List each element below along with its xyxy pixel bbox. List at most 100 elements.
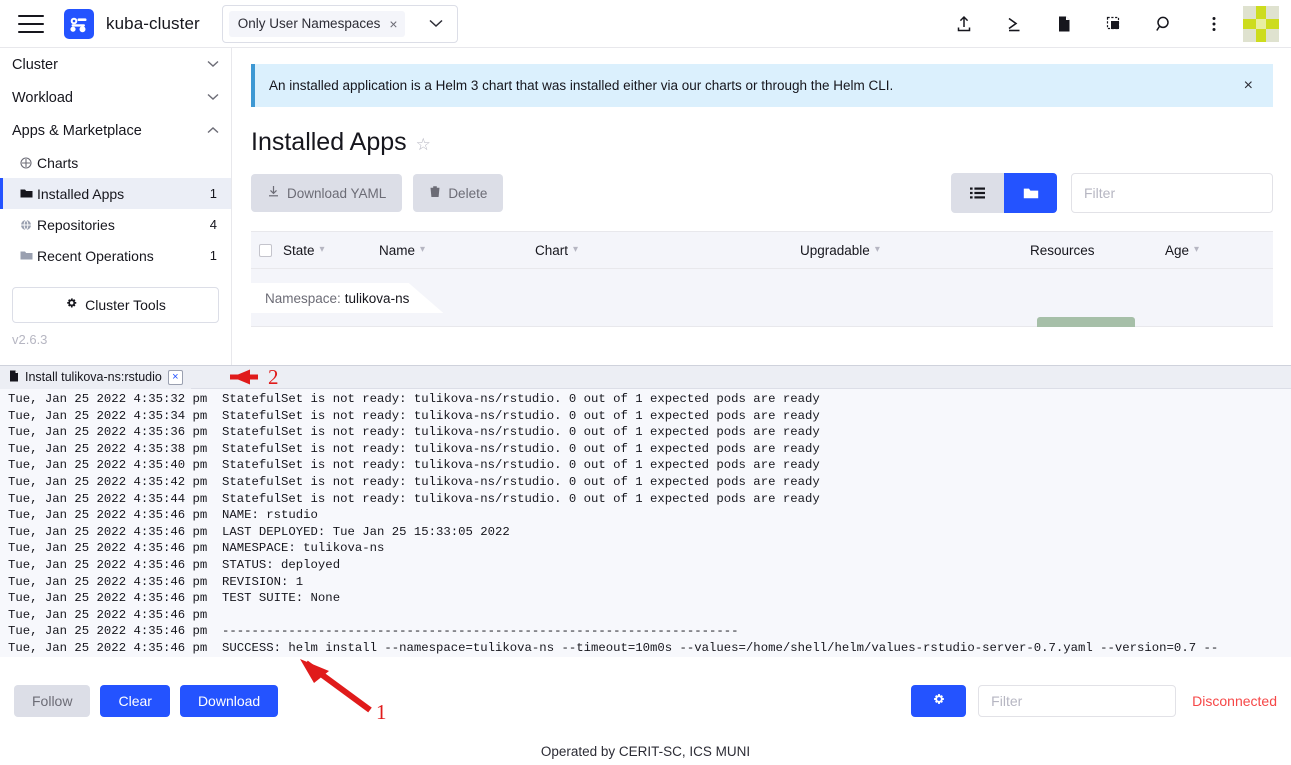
log-timestamp: Tue, Jan 25 2022 4:35:46 pm bbox=[0, 590, 222, 607]
close-icon[interactable]: × bbox=[1238, 77, 1259, 95]
sidebar-group-workload-label: Workload bbox=[12, 90, 207, 106]
sort-icon[interactable]: ▾ bbox=[420, 245, 425, 255]
column-header-age[interactable]: Age ▾ bbox=[1165, 243, 1199, 258]
app-version: v2.6.3 bbox=[0, 323, 231, 347]
follow-button[interactable]: Follow bbox=[14, 685, 90, 717]
docs-icon[interactable] bbox=[1039, 0, 1089, 48]
log-line: Tue, Jan 25 2022 4:35:34 pmStatefulSet i… bbox=[0, 408, 1291, 425]
group-by-namespace-icon[interactable] bbox=[1004, 173, 1057, 213]
log-message: StatefulSet is not ready: tulikova-ns/rs… bbox=[222, 474, 1291, 491]
chevron-down-icon[interactable] bbox=[207, 59, 219, 71]
log-footer-right: Disconnected bbox=[911, 685, 1277, 717]
rancher-dashboard: kuba-cluster Only User Namespaces × bbox=[0, 0, 1291, 765]
column-header-state[interactable]: State ▾ bbox=[283, 243, 379, 258]
download-log-button[interactable]: Download bbox=[180, 685, 278, 717]
cluster-tools-label: Cluster Tools bbox=[85, 297, 166, 313]
list-view-icon[interactable] bbox=[951, 173, 1004, 213]
log-message: SUCCESS: helm install --namespace=tuliko… bbox=[222, 640, 1291, 657]
log-timestamp: Tue, Jan 25 2022 4:35:40 pm bbox=[0, 457, 222, 474]
cluster-name: kuba-cluster bbox=[106, 14, 200, 34]
log-tab-install[interactable]: Install tulikova-ns:rstudio × bbox=[0, 366, 191, 389]
namespace-filter-pill[interactable]: Only User Namespaces × bbox=[229, 11, 405, 37]
log-line: Tue, Jan 25 2022 4:35:46 pm bbox=[0, 607, 1291, 624]
sort-icon[interactable]: ▾ bbox=[320, 245, 325, 255]
rancher-logo-icon[interactable] bbox=[64, 9, 94, 39]
page-title: Installed Apps ☆ bbox=[251, 128, 1273, 157]
log-tab-title: Install tulikova-ns:rstudio bbox=[25, 370, 162, 384]
namespace-group-value: tulikova-ns bbox=[345, 291, 410, 306]
sidebar-item-installed-apps[interactable]: Installed Apps 1 bbox=[0, 178, 231, 209]
log-line: Tue, Jan 25 2022 4:35:46 pmNAME: rstudio bbox=[0, 507, 1291, 524]
chevron-up-icon[interactable] bbox=[207, 125, 219, 137]
sort-icon[interactable]: ▾ bbox=[1194, 245, 1199, 255]
namespace-filter-dropdown[interactable]: Only User Namespaces × bbox=[222, 5, 458, 43]
connection-status-badge: Disconnected bbox=[1192, 693, 1277, 709]
copy-kubeconfig-icon[interactable] bbox=[1089, 0, 1139, 48]
chevron-down-icon[interactable] bbox=[429, 16, 443, 31]
sidebar-group-cluster-label: Cluster bbox=[12, 57, 207, 73]
select-all-checkbox[interactable] bbox=[259, 244, 272, 257]
download-yaml-button[interactable]: Download YAML bbox=[251, 174, 402, 212]
log-line: Tue, Jan 25 2022 4:35:46 pmLAST DEPLOYED… bbox=[0, 524, 1291, 541]
header-icon-group bbox=[939, 0, 1291, 48]
annotation-label-1: 1 bbox=[376, 700, 387, 725]
log-filter-input[interactable] bbox=[978, 685, 1176, 717]
sidebar-item-installed-apps-label: Installed Apps bbox=[37, 186, 210, 202]
cluster-tools-button[interactable]: Cluster Tools bbox=[12, 287, 219, 323]
info-banner: An installed application is a Helm 3 cha… bbox=[251, 64, 1273, 107]
search-icon[interactable] bbox=[1139, 0, 1189, 48]
log-message: StatefulSet is not ready: tulikova-ns/rs… bbox=[222, 408, 1291, 425]
column-header-resources-label: Resources bbox=[1030, 243, 1095, 258]
log-timestamp: Tue, Jan 25 2022 4:35:46 pm bbox=[0, 524, 222, 541]
sidebar-item-recent-operations[interactable]: Recent Operations 1 bbox=[0, 240, 231, 271]
sidebar-item-recent-operations-count: 1 bbox=[210, 248, 217, 263]
namespace-filter-pill-label: Only User Namespaces bbox=[238, 16, 381, 31]
delete-button[interactable]: Delete bbox=[413, 174, 503, 212]
favorite-star-icon[interactable]: ☆ bbox=[416, 135, 431, 155]
sidebar-item-recent-operations-label: Recent Operations bbox=[37, 248, 210, 264]
log-message: NAME: rstudio bbox=[222, 507, 1291, 524]
clear-button[interactable]: Clear bbox=[100, 685, 169, 717]
installed-apps-table: State ▾ Name ▾ Chart ▾ Upgradable ▾ Reso… bbox=[251, 231, 1273, 327]
import-yaml-icon[interactable] bbox=[939, 0, 989, 48]
column-header-name-label: Name bbox=[379, 243, 415, 258]
namespace-filter-pill-close-icon[interactable]: × bbox=[389, 17, 397, 31]
log-line: Tue, Jan 25 2022 4:35:42 pmStatefulSet i… bbox=[0, 474, 1291, 491]
page-title-text: Installed Apps bbox=[251, 128, 407, 157]
log-settings-button[interactable] bbox=[911, 685, 966, 717]
user-avatar[interactable] bbox=[1243, 6, 1279, 42]
log-message: LAST DEPLOYED: Tue Jan 25 15:33:05 2022 bbox=[222, 524, 1291, 541]
sidebar-item-charts[interactable]: Charts bbox=[0, 147, 231, 178]
log-message: StatefulSet is not ready: tulikova-ns/rs… bbox=[222, 391, 1291, 408]
more-options-icon[interactable] bbox=[1189, 0, 1239, 48]
log-output[interactable]: Tue, Jan 25 2022 4:35:32 pmStatefulSet i… bbox=[0, 389, 1291, 657]
column-header-upgradable[interactable]: Upgradable ▾ bbox=[800, 243, 1030, 258]
sidebar-item-repositories-label: Repositories bbox=[37, 217, 210, 233]
sidebar-group-apps-marketplace[interactable]: Apps & Marketplace bbox=[0, 114, 231, 147]
log-timestamp: Tue, Jan 25 2022 4:35:46 pm bbox=[0, 557, 222, 574]
sort-icon[interactable]: ▾ bbox=[875, 245, 880, 255]
log-line: Tue, Jan 25 2022 4:35:40 pmStatefulSet i… bbox=[0, 457, 1291, 474]
sidebar-group-workload[interactable]: Workload bbox=[0, 81, 231, 114]
page-footer-note: Operated by CERIT-SC, ICS MUNI bbox=[0, 744, 1291, 759]
sidebar-group-cluster[interactable]: Cluster bbox=[0, 48, 231, 81]
log-timestamp: Tue, Jan 25 2022 4:35:46 pm bbox=[0, 574, 222, 591]
hamburger-icon[interactable] bbox=[18, 15, 44, 33]
sort-icon[interactable]: ▾ bbox=[573, 245, 578, 255]
filter-input[interactable] bbox=[1071, 173, 1273, 213]
sidebar-nav: Cluster Workload Apps & Marketplace Char… bbox=[0, 48, 232, 365]
log-line: Tue, Jan 25 2022 4:35:44 pmStatefulSet i… bbox=[0, 491, 1291, 508]
column-header-chart[interactable]: Chart ▾ bbox=[535, 243, 800, 258]
log-timestamp: Tue, Jan 25 2022 4:35:34 pm bbox=[0, 408, 222, 425]
log-tab-close-button[interactable]: × bbox=[168, 370, 183, 385]
download-icon bbox=[267, 185, 280, 201]
chevron-down-icon[interactable] bbox=[207, 92, 219, 104]
log-file-icon bbox=[9, 370, 19, 385]
sidebar-item-repositories-count: 4 bbox=[210, 217, 217, 232]
sidebar-item-repositories[interactable]: Repositories 4 bbox=[0, 209, 231, 240]
log-timestamp: Tue, Jan 25 2022 4:35:44 pm bbox=[0, 491, 222, 508]
column-header-name[interactable]: Name ▾ bbox=[379, 243, 535, 258]
kubectl-shell-icon[interactable] bbox=[989, 0, 1039, 48]
main-content: An installed application is a Helm 3 cha… bbox=[233, 48, 1291, 365]
download-yaml-label: Download YAML bbox=[287, 186, 386, 201]
